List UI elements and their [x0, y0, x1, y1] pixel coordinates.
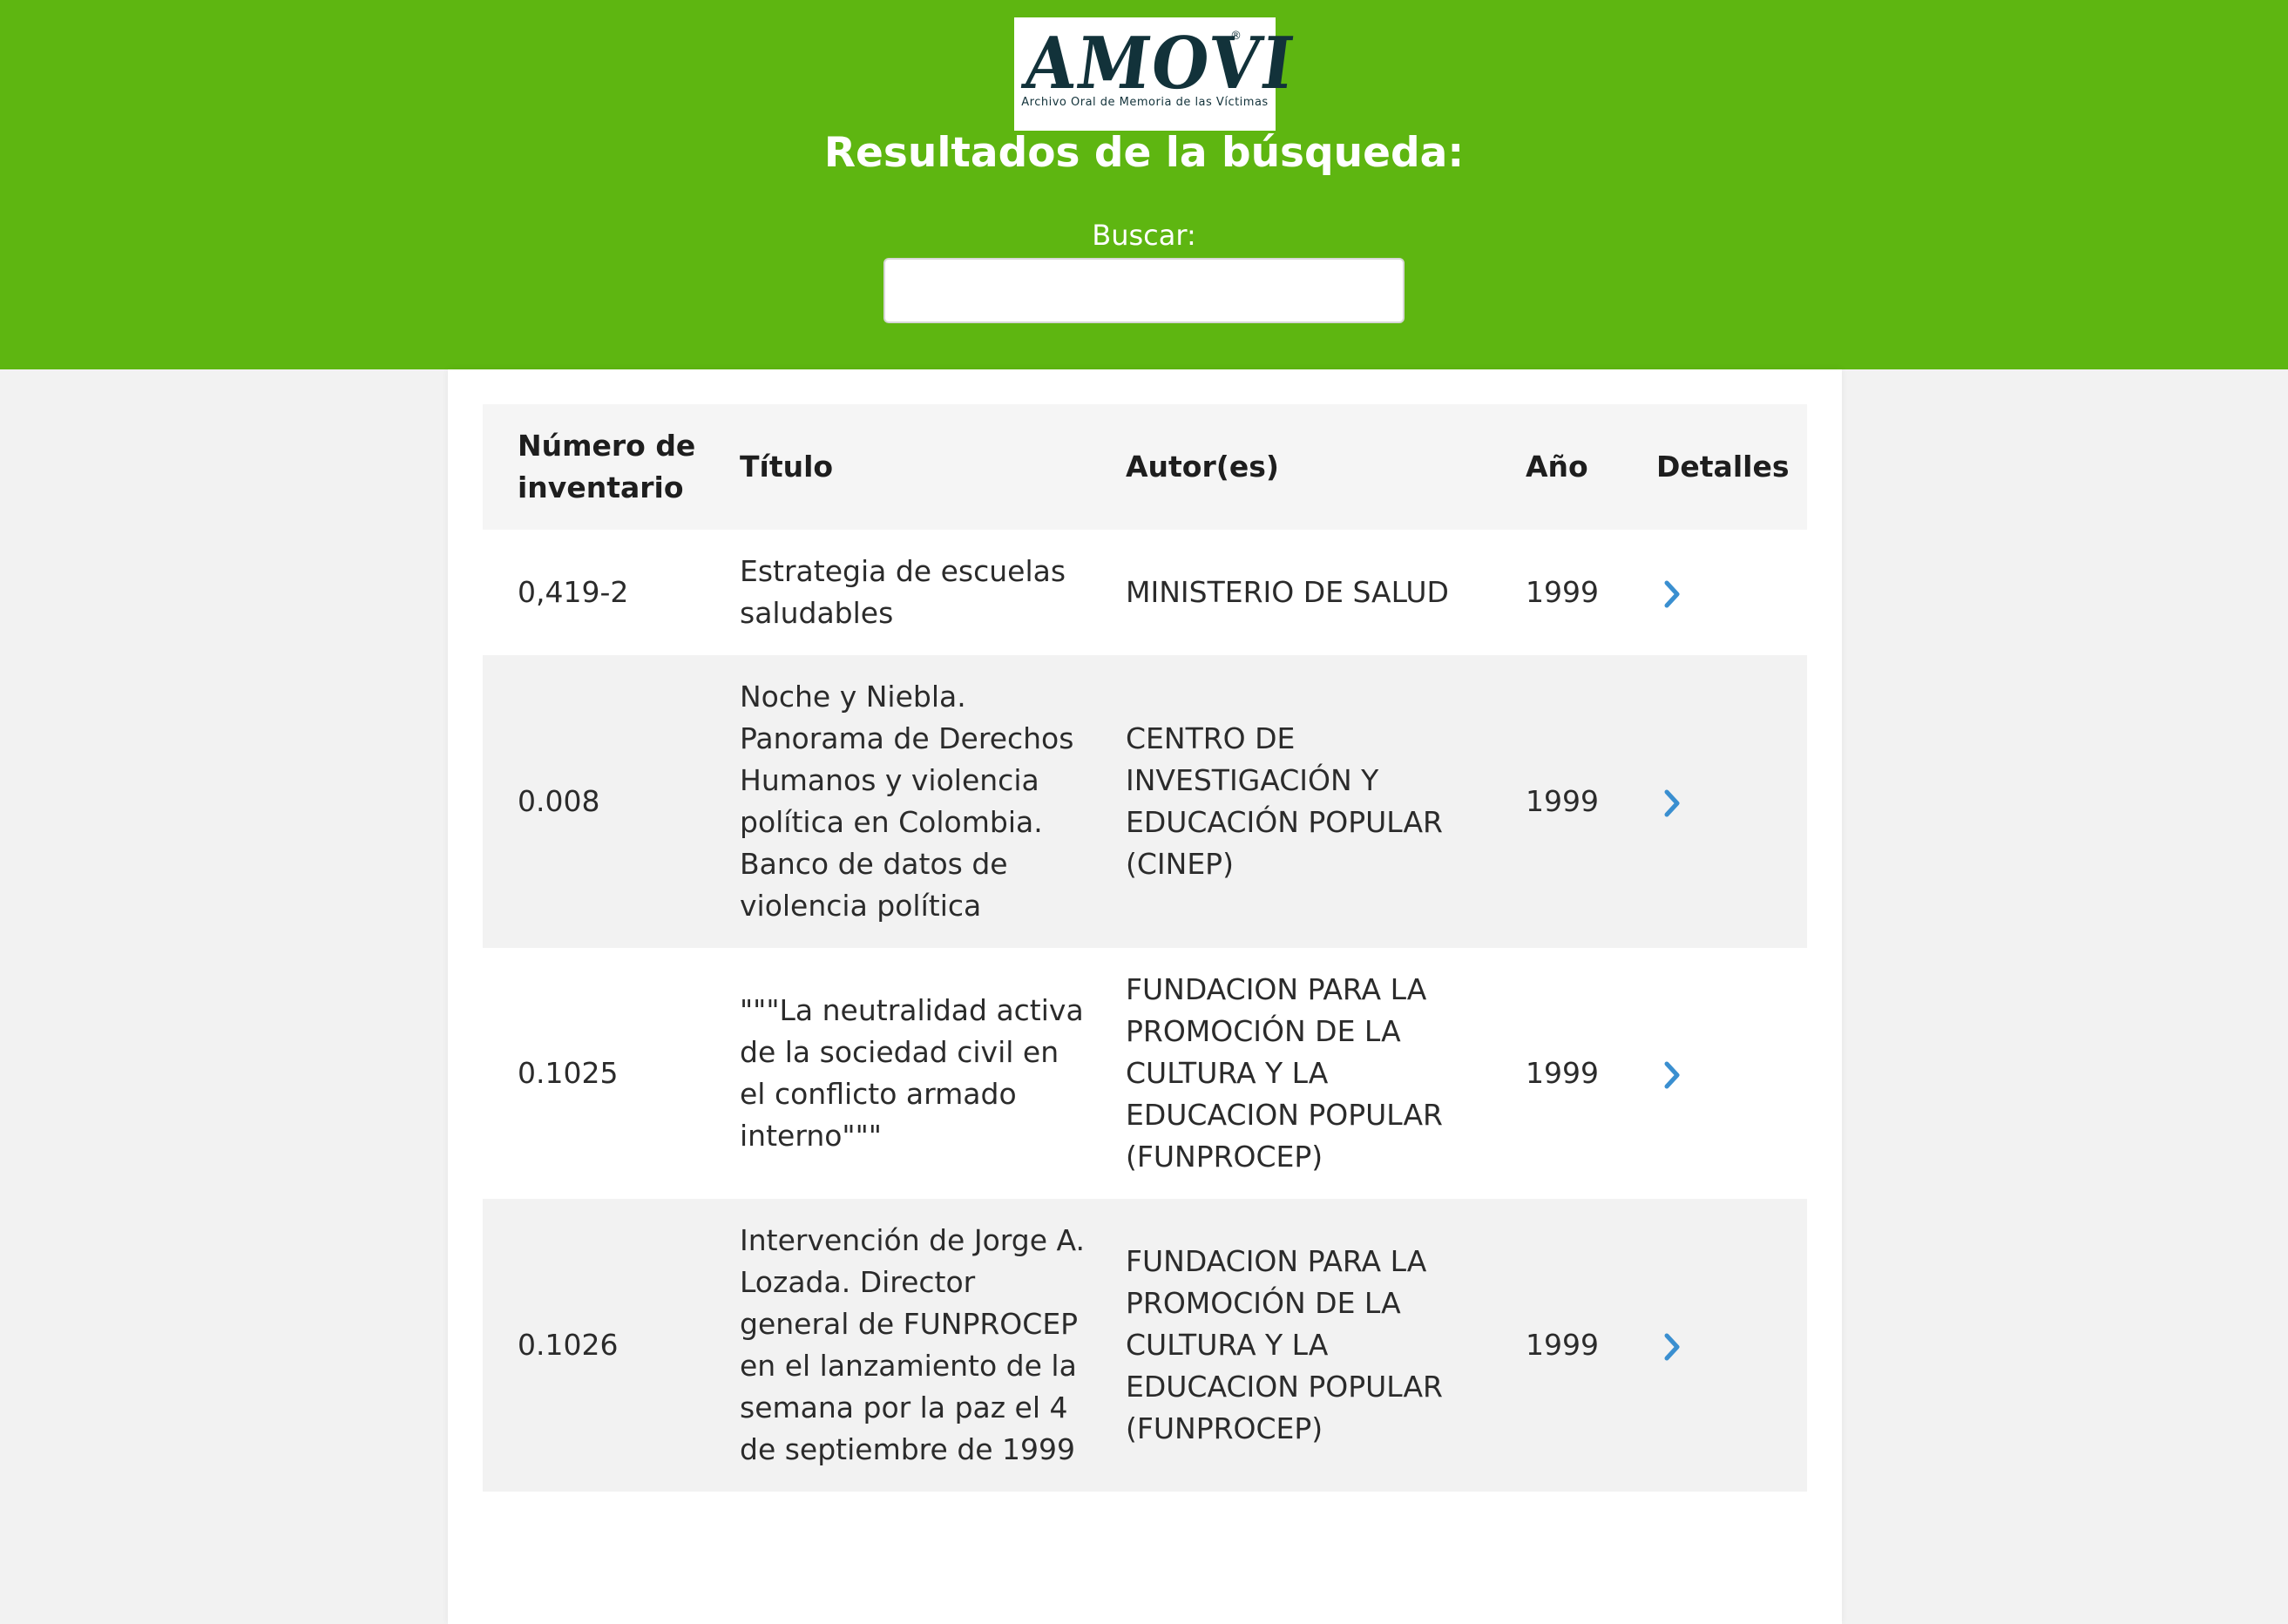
chevron-right-icon[interactable] [1656, 1059, 1688, 1091]
cell-detalles [1621, 948, 1807, 1199]
results-card: Número de inventario Título Autor(es) Añ… [448, 369, 1842, 1624]
cell-numero: 0.1025 [483, 948, 705, 1199]
chevron-right-icon[interactable] [1656, 788, 1688, 819]
cell-numero: 0,419-2 [483, 530, 705, 655]
search-label: Buscar: [1092, 219, 1196, 252]
table-row: 0.1025 """La neutralidad activa de la so… [483, 948, 1807, 1199]
column-header-detalles: Detalles [1621, 404, 1807, 530]
cell-titulo: Estrategia de escuelas saludables [705, 530, 1091, 655]
cell-autor: FUNDACION PARA LA PROMOCIÓN DE LA CULTUR… [1091, 948, 1491, 1199]
cell-numero: 0.008 [483, 655, 705, 948]
cell-titulo: Noche y Niebla. Panorama de Derechos Hum… [705, 655, 1091, 948]
cell-anio: 1999 [1491, 1199, 1621, 1492]
cell-detalles [1621, 1199, 1807, 1492]
cell-titulo: Intervención de Jorge A. Lozada. Directo… [705, 1199, 1091, 1492]
column-header-anio: Año [1491, 404, 1621, 530]
search-input[interactable] [883, 258, 1405, 323]
cell-titulo: """La neutralidad activa de la sociedad … [705, 948, 1091, 1199]
table-header-row: Número de inventario Título Autor(es) Añ… [483, 404, 1807, 530]
header-bar: AMOVI ® Archivo Oral de Memoria de las V… [0, 0, 2288, 369]
cell-autor: CENTRO DE INVESTIGACIÓN Y EDUCACIÓN POPU… [1091, 655, 1491, 948]
chevron-right-icon[interactable] [1656, 579, 1688, 610]
table-row: 0.008 Noche y Niebla. Panorama de Derech… [483, 655, 1807, 948]
page-title: Resultados de la búsqueda: [823, 129, 1465, 177]
cell-detalles [1621, 655, 1807, 948]
column-header-titulo: Título [705, 404, 1091, 530]
cell-numero: 0.1026 [483, 1199, 705, 1492]
column-header-autor: Autor(es) [1091, 404, 1491, 530]
cell-anio: 1999 [1491, 530, 1621, 655]
amovi-logo[interactable]: AMOVI ® Archivo Oral de Memoria de las V… [1014, 17, 1300, 131]
cell-autor: MINISTERIO DE SALUD [1091, 530, 1491, 655]
cell-detalles [1621, 530, 1807, 655]
cell-autor: FUNDACION PARA LA PROMOCIÓN DE LA CULTUR… [1091, 1199, 1491, 1492]
logo-subtitle: Archivo Oral de Memoria de las Víctimas [1021, 96, 1269, 109]
logo-registered-mark: ® [1230, 30, 1242, 43]
cell-anio: 1999 [1491, 948, 1621, 1199]
results-table: Número de inventario Título Autor(es) Añ… [483, 404, 1807, 1492]
cell-anio: 1999 [1491, 655, 1621, 948]
table-row: 0,419-2 Estrategia de escuelas saludable… [483, 530, 1807, 655]
chevron-right-icon[interactable] [1656, 1331, 1688, 1363]
column-header-numero: Número de inventario [483, 404, 705, 530]
table-row: 0.1026 Intervención de Jorge A. Lozada. … [483, 1199, 1807, 1492]
